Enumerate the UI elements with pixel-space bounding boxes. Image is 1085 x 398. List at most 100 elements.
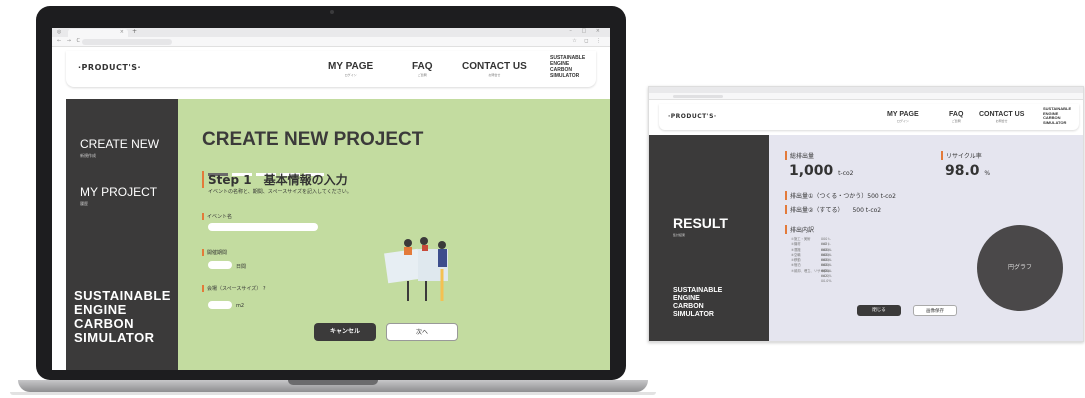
nav-mypage[interactable]: MY PAGE ログイン [887,111,919,123]
close-button[interactable]: 閉じる [857,305,901,316]
breakdown-item: ③運搬 [791,247,801,252]
nav-faq-label: FAQ [949,111,964,118]
url-input[interactable] [673,95,723,98]
breakdown-item: ④空輸 [791,252,801,257]
people-illustration [384,237,448,301]
emission-1: 排出量①（つくる・つかう）500 t-co2 [785,191,896,200]
brand-line: SIMULATOR [550,73,580,79]
event-name-label: イベント名 [202,213,232,220]
laptop-mockup: ◎ × + – □ × ← → C ☆ ◻ ⋮ ·PRODUCT'S· MY P… [36,6,626,380]
nav-contact[interactable]: CONTACT US お問合せ [979,111,1024,123]
sidebar-item-sub: 履歴 [80,201,88,206]
nav-contact-label: CONTACT US [462,61,527,72]
nav-faq[interactable]: FAQ ご質問 [412,61,433,77]
period-unit: 日間 [236,264,247,270]
venue-input[interactable] [208,301,232,309]
total-emission-value: 1,000 t-co2 [789,163,853,179]
brand-mark: SUSTAINABLE ENGINE CARBON SIMULATOR [1043,106,1071,125]
breakdown-row: ⑦焼却、埋立、リサイクル 000 t-co2 / 00.0% [791,269,831,284]
laptop-screen: ◎ × + – □ × ← → C ☆ ◻ ⋮ ·PRODUCT'S· MY P… [52,28,610,370]
step-title: Step 1 基本情報の入力 [202,171,348,188]
sidebar-brand-line: ENGINE [74,302,127,317]
cancel-button[interactable]: キャンセル [314,323,376,341]
result-title: RESULT [673,215,728,231]
browser-tabbar: ◎ × + – □ × [52,28,610,37]
left-sidebar: CREATE NEW 新規作成 MY PROJECT 履歴 SUSTAINABL… [66,99,178,370]
recycle-rate-value: 98.0 % [945,163,990,179]
next-button[interactable]: 次へ [386,323,458,341]
result-sidebar: RESULT 集計結果 SUSTAINABLE ENGINE CARBON SI… [649,135,769,341]
breakdown-item: ⑤移動 [791,258,801,263]
emission-2: 排出量②（すてる） 500 t-co2 [785,205,881,214]
nav-faq-label: FAQ [412,61,433,72]
result-main: 総排出量 1,000 t-co2 リサイクル率 98.0 % 排出量①（つくる・… [769,135,1083,341]
event-name-input[interactable] [208,223,318,231]
nav-faq[interactable]: FAQ ご質問 [949,111,963,123]
main-panel: CREATE NEW PROJECT Step 1 基本情報の入力 イベントの名… [178,99,610,370]
save-image-button[interactable]: 画像保存 [913,305,957,316]
brand-line: SIMULATOR [1043,119,1067,125]
sidebar-brand-line: SUSTAINABLE [74,288,171,303]
sidebar-item-label: MY PROJECT [80,185,158,199]
help-icon[interactable]: ? [263,286,266,292]
recycle-rate-unit: % [984,170,991,177]
logo[interactable]: ·PRODUCT'S· [78,63,141,72]
venue-label: 会場（スペースサイズ） ? [202,285,266,292]
venue-unit: m2 [236,303,245,309]
sidebar-item-create-new[interactable]: CREATE NEW 新規作成 [80,137,159,159]
brand-mark: SUSTAINABLE ENGINE CARBON SIMULATOR [550,55,585,79]
sidebar-brand-line: SIMULATOR [74,330,155,345]
nav-mypage-label: MY PAGE [887,111,919,118]
close-tab-icon[interactable]: × [120,29,124,35]
period-label: 開催期間 [202,249,227,256]
nav-mypage[interactable]: MY PAGE ログイン [328,61,373,77]
sidebar-brand-line: SUSTAINABLE [673,287,723,294]
sidebar-brand-line: CARBON [74,316,135,331]
breakdown-value: 000 t-co2 / 00.0% [821,268,832,284]
browser-tab[interactable]: × [68,29,128,37]
nav-mypage-label: MY PAGE [328,61,374,72]
page-title: CREATE NEW PROJECT [202,129,424,150]
recycle-rate-number: 98.0 [945,163,980,179]
venue-label-text: 会場（スペースサイズ） [207,286,262,292]
recycle-rate-label: リサイクル率 [941,151,982,160]
nav-contact-sub: お問合せ [995,119,1008,123]
browser-urlbar: ← → C ☆ ◻ ⋮ [52,37,610,47]
total-emission-unit: t-co2 [838,170,854,177]
breakdown-item: ②機材 [791,242,801,247]
nav-mypage-sub: ログイン [896,119,909,123]
site-header: ·PRODUCT'S· MY PAGE ログイン FAQ ご質問 CONTACT… [659,104,1079,130]
sidebar-item-sub: 新規作成 [80,153,96,158]
nav-contact[interactable]: CONTACT US お問合せ [462,61,527,77]
laptop-base [18,380,648,392]
browser-urlbar [649,93,1083,100]
url-input[interactable] [82,39,172,45]
browser-icon: ◎ [57,29,62,35]
sidebar-brand: SUSTAINABLE ENGINE CARBON SIMULATOR [673,287,722,319]
breakdown-title: 排出内訳 [785,225,814,234]
window-controls[interactable]: – □ × [569,28,604,34]
site-header: ·PRODUCT'S· MY PAGE ログイン FAQ ご質問 CONTACT… [66,51,596,87]
new-tab-icon[interactable]: + [132,28,137,35]
total-emission-number: 1,000 [789,163,834,179]
sidebar-brand: SUSTAINABLE ENGINE CARBON SIMULATOR [74,289,171,345]
nav-mypage-sub: ログイン [344,73,357,77]
breakdown-item: ⑥宿泊 [791,263,801,268]
camera-dot [330,10,334,14]
laptop-shadow [10,392,656,395]
nav-faq-sub: ご質問 [951,119,961,123]
breakdown-list: ①施工・美術 000 t-co2 / 00.0% ②機材 000 t-co2 / 0… [791,237,831,284]
browser-actions-icon[interactable]: ☆ ◻ ⋮ [572,38,604,44]
step-description: イベントの名称と、期間、スペースサイズを記入してください。 [208,189,352,195]
laptop-notch [288,380,378,385]
sidebar-item-my-project[interactable]: MY PROJECT 履歴 [80,185,157,207]
nav-contact-label: CONTACT US [979,111,1025,118]
nav-faq-sub: ご質問 [417,73,427,77]
nav-buttons-icon[interactable]: ← → C [57,38,82,44]
period-input[interactable] [208,261,232,269]
pie-chart-placeholder: 円グラフ [977,225,1063,311]
result-subtitle: 集計結果 [673,233,686,237]
sidebar-brand-line: CARBON [673,303,704,310]
logo[interactable]: ·PRODUCT'S· [668,113,717,120]
site: ·PRODUCT'S· MY PAGE ログイン FAQ ご質問 CONTACT… [52,47,610,370]
